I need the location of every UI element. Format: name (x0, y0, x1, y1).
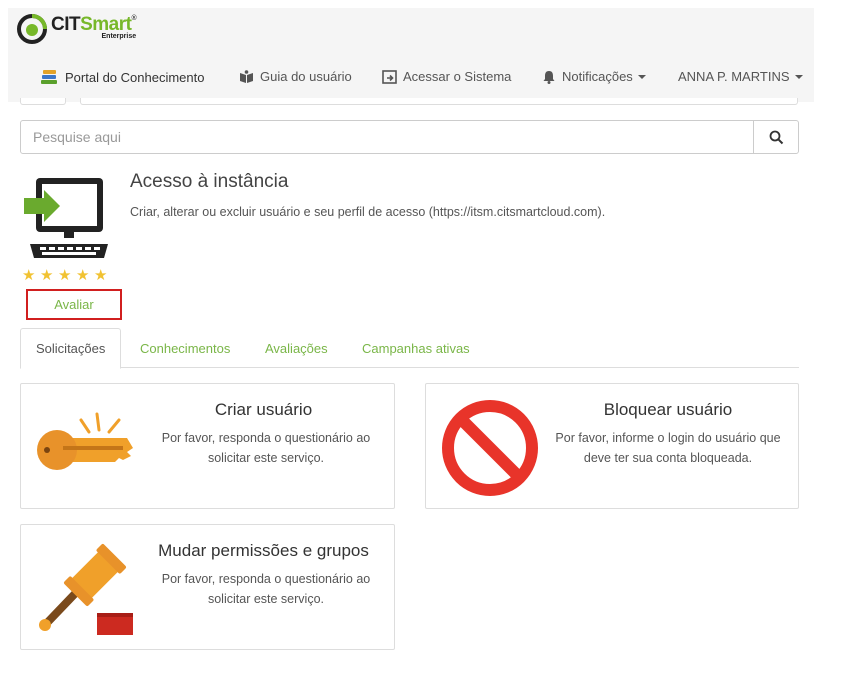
rating-stars: ★ ★ ★ ★ ★ (22, 268, 112, 283)
search-icon (769, 130, 783, 144)
card-title: Bloquear usuário (603, 400, 733, 419)
star-icon[interactable]: ★ (94, 268, 112, 283)
main-nav: Portal do Conhecimento Guia do usuário A… (8, 63, 814, 91)
tab-solicitacoes[interactable]: Solicitações (20, 328, 122, 369)
service-description: Criar, alterar ou excluir usuário e seu … (130, 205, 606, 219)
nav-label: Portal do Conhecimento (65, 69, 205, 85)
search-input[interactable] (21, 121, 753, 153)
nav-portal-conhecimento[interactable]: Portal do Conhecimento (39, 69, 204, 85)
card-description: Por favor, responda o questionário ao so… (161, 572, 371, 606)
caret-down-icon (794, 74, 803, 79)
brand-name: CITSmart® (51, 14, 137, 35)
user-name: ANNA P. MARTINS (678, 69, 790, 84)
search-bar (20, 120, 799, 154)
card-description: Por favor, responda o questionário ao so… (161, 431, 371, 465)
nav-guia-usuario[interactable]: Guia do usuário (239, 69, 352, 84)
rate-button[interactable]: Avaliar (26, 289, 122, 320)
logo-icon (17, 14, 47, 44)
tab-campanhas-ativas[interactable]: Campanhas ativas (347, 328, 485, 368)
brand-logo[interactable]: CITSmart® Enterprise (16, 13, 137, 45)
nav-notificacoes[interactable]: Notificações (542, 69, 646, 84)
breadcrumb-bar (80, 98, 798, 105)
nav-label: Notificações (562, 69, 633, 84)
star-icon[interactable]: ★ (58, 268, 76, 283)
gavel-icon (39, 544, 133, 635)
top-navbar: CITSmart® Enterprise Portal do Conhecime… (8, 8, 814, 102)
nav-label: Acessar o Sistema (403, 69, 512, 84)
service-card-bloquear-usuario[interactable]: Bloquear usuário Por favor, informe o lo… (425, 383, 799, 509)
books-icon (41, 70, 57, 84)
star-icon[interactable]: ★ (40, 268, 58, 283)
nav-acessar-sistema[interactable]: Acessar o Sistema (382, 69, 511, 84)
login-icon (382, 69, 397, 84)
star-icon[interactable]: ★ (76, 268, 94, 283)
breadcrumb-back (20, 98, 66, 105)
nav-label: Guia do usuário (260, 69, 352, 84)
service-tabs: Solicitações Conhecimentos Avaliações Ca… (20, 328, 799, 369)
nav-user-menu[interactable]: ANNA P. MARTINS (678, 69, 803, 84)
tab-conhecimentos[interactable]: Conhecimentos (125, 328, 245, 368)
card-description: Por favor, informe o login do usuário qu… (555, 431, 781, 465)
card-title: Criar usuário (214, 400, 313, 419)
tab-avaliacoes[interactable]: Avaliações (250, 328, 343, 368)
service-card-criar-usuario[interactable]: Criar usuário Por favor, responda o ques… (20, 383, 395, 509)
prohibited-icon (442, 400, 538, 496)
computer-login-icon (24, 178, 108, 258)
caret-down-icon (637, 74, 646, 79)
star-icon[interactable]: ★ (22, 268, 40, 283)
card-title: Mudar permissões e grupos (158, 541, 369, 560)
open-book-icon (240, 69, 253, 83)
key-icon (37, 412, 133, 470)
service-title: Acesso à instância (130, 171, 289, 192)
bell-icon (543, 70, 555, 84)
search-button[interactable] (753, 121, 798, 153)
service-card-mudar-permissoes[interactable]: Mudar permissões e grupos Por favor, res… (20, 524, 395, 650)
